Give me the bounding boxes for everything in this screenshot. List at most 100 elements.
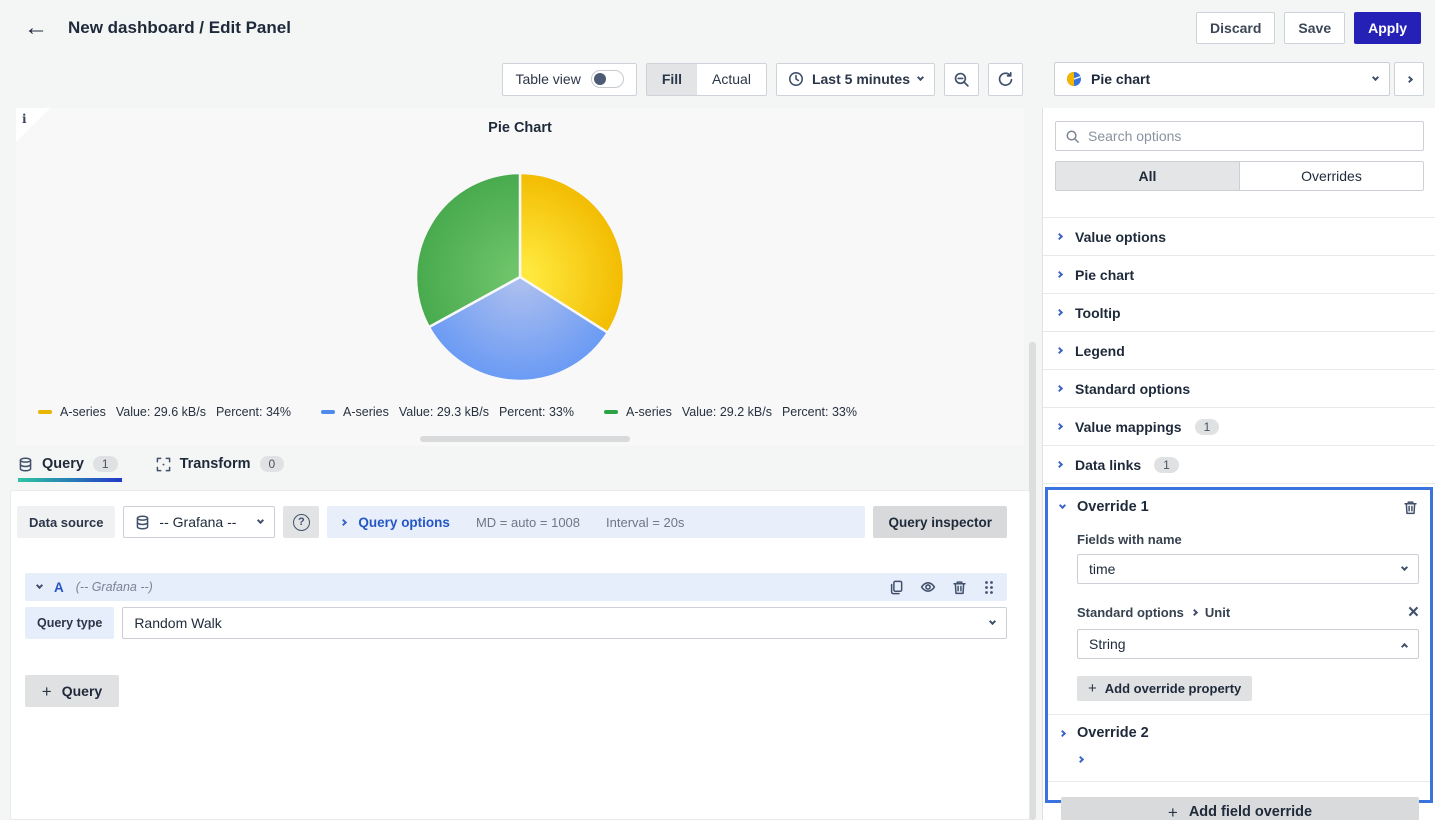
remove-property-icon[interactable]: × <box>1408 603 1419 622</box>
query-ref-id: A <box>54 580 64 595</box>
tab-query[interactable]: Query 1 <box>18 456 118 482</box>
max-data-points-value: MD = auto = 1008 <box>476 515 580 530</box>
toggle-knob <box>594 73 606 85</box>
section-standard-options[interactable]: Standard options <box>1043 370 1435 408</box>
section-label: Standard options <box>1075 381 1190 397</box>
section-data-links[interactable]: Data links 1 <box>1043 446 1435 484</box>
plus-icon: + <box>1168 804 1178 820</box>
section-label: Value options <box>1075 229 1166 245</box>
horizontal-scrollbar[interactable] <box>420 436 630 442</box>
legend-series: A-series <box>343 405 389 419</box>
actual-button[interactable]: Actual <box>697 64 766 95</box>
section-label: Value mappings <box>1075 419 1182 435</box>
legend-percent: Percent: 33% <box>499 405 574 419</box>
query-type-select[interactable]: Random Walk <box>122 607 1007 639</box>
legend-percent: Percent: 34% <box>216 405 291 419</box>
vertical-scrollbar[interactable] <box>1029 342 1036 820</box>
chevron-right-icon <box>1056 233 1063 240</box>
chevron-right-icon <box>1056 271 1063 278</box>
panel-preview: i Pie Chart A-series <box>16 108 1024 446</box>
query-options-bar[interactable]: Query options MD = auto = 1008 Interval … <box>327 506 865 538</box>
duplicate-icon[interactable] <box>889 580 904 595</box>
add-field-override-label: Add field override <box>1189 804 1312 820</box>
data-links-count-badge: 1 <box>1154 457 1179 473</box>
section-tooltip[interactable]: Tooltip <box>1043 294 1435 332</box>
section-value-mappings[interactable]: Value mappings 1 <box>1043 408 1435 446</box>
zoom-out-button[interactable] <box>944 63 979 96</box>
section-pie-chart[interactable]: Pie chart <box>1043 256 1435 294</box>
section-legend[interactable]: Legend <box>1043 332 1435 370</box>
data-source-help-button[interactable]: ? <box>283 506 319 538</box>
override-2-expander[interactable] <box>1048 741 1430 765</box>
collapse-chevron-icon <box>36 582 43 589</box>
override-1-header[interactable]: Override 1 <box>1048 490 1430 515</box>
tab-transform[interactable]: Transform 0 <box>156 456 285 482</box>
query-datasource-hint: (-- Grafana --) <box>76 580 153 594</box>
legend-series: A-series <box>60 405 106 419</box>
legend-value: Value: 29.6 kB/s <box>116 405 206 419</box>
chevron-right-icon <box>1405 75 1412 82</box>
chevron-down-icon <box>1372 74 1379 81</box>
section-label: Data links <box>1075 457 1141 473</box>
add-override-property-label: Add override property <box>1105 681 1242 696</box>
query-inspector-button[interactable]: Query inspector <box>873 506 1007 538</box>
refresh-button[interactable] <box>988 63 1023 96</box>
add-field-override-button[interactable]: + Add field override <box>1061 797 1419 820</box>
add-query-button[interactable]: + Query <box>25 675 119 707</box>
unit-select[interactable]: String <box>1077 629 1419 659</box>
legend-item[interactable]: A-series Value: 29.2 kB/s Percent: 33% <box>604 405 857 419</box>
override-2-title: Override 2 <box>1077 725 1149 741</box>
visualization-select[interactable]: Pie chart <box>1054 62 1390 96</box>
plus-icon: + <box>1088 681 1097 696</box>
time-range-picker[interactable]: Last 5 minutes <box>776 63 935 96</box>
collapse-options-button[interactable] <box>1394 62 1424 96</box>
add-override-property-button[interactable]: + Add override property <box>1077 676 1252 701</box>
fields-with-name-select[interactable]: time <box>1077 554 1419 584</box>
trash-icon[interactable] <box>952 580 967 595</box>
legend-swatch-blue <box>321 410 335 414</box>
property-value: String <box>1089 636 1126 652</box>
database-icon <box>18 457 33 472</box>
search-options-input[interactable] <box>1088 128 1414 144</box>
override-property-header: Standard options Unit × <box>1077 603 1419 622</box>
chevron-down-icon <box>917 74 924 81</box>
panel-title: Pie Chart <box>16 120 1024 136</box>
query-type-value: Random Walk <box>134 615 221 631</box>
interval-value: Interval = 20s <box>606 515 684 530</box>
chevron-down-icon <box>257 517 264 524</box>
legend-item[interactable]: A-series Value: 29.6 kB/s Percent: 34% <box>38 405 291 419</box>
section-value-options[interactable]: Value options <box>1043 218 1435 256</box>
property-group-label: Standard options <box>1077 605 1184 620</box>
edit-panel-page: ← New dashboard / Edit Panel Discard Sav… <box>0 0 1435 820</box>
legend-series: A-series <box>626 405 672 419</box>
chevron-right-icon <box>1056 385 1063 392</box>
table-view-control: Table view <box>502 63 636 96</box>
divider <box>1048 781 1430 782</box>
section-label: Pie chart <box>1075 267 1134 283</box>
trash-icon[interactable] <box>1403 500 1418 515</box>
database-icon <box>135 515 150 530</box>
chevron-down-icon <box>989 618 996 625</box>
pie-chart-icon <box>1066 71 1082 87</box>
chevron-right-icon <box>1191 609 1198 616</box>
drag-handle-icon[interactable] <box>983 580 995 595</box>
eye-icon[interactable] <box>920 579 936 595</box>
matcher-value: time <box>1089 561 1115 577</box>
legend-percent: Percent: 33% <box>782 405 857 419</box>
tab-all[interactable]: All <box>1056 162 1239 190</box>
data-source-select[interactable]: -- Grafana -- <box>123 506 275 538</box>
property-name-label: Unit <box>1205 605 1230 620</box>
legend-swatch-yellow <box>38 410 52 414</box>
query-row-header[interactable]: A (-- Grafana --) <box>25 573 1007 601</box>
table-view-toggle[interactable] <box>591 70 624 88</box>
time-range-label: Last 5 minutes <box>812 71 910 87</box>
tab-overrides[interactable]: Overrides <box>1239 162 1423 190</box>
chevron-right-icon <box>1056 347 1063 354</box>
back-arrow-icon[interactable]: ← <box>14 16 58 40</box>
fill-button[interactable]: Fill <box>647 64 697 95</box>
chevron-up-icon <box>1401 642 1408 649</box>
visualization-name: Pie chart <box>1091 71 1150 87</box>
query-type-label: Query type <box>25 607 114 639</box>
override-2-header[interactable]: Override 2 <box>1048 715 1430 741</box>
legend-item[interactable]: A-series Value: 29.3 kB/s Percent: 33% <box>321 405 574 419</box>
